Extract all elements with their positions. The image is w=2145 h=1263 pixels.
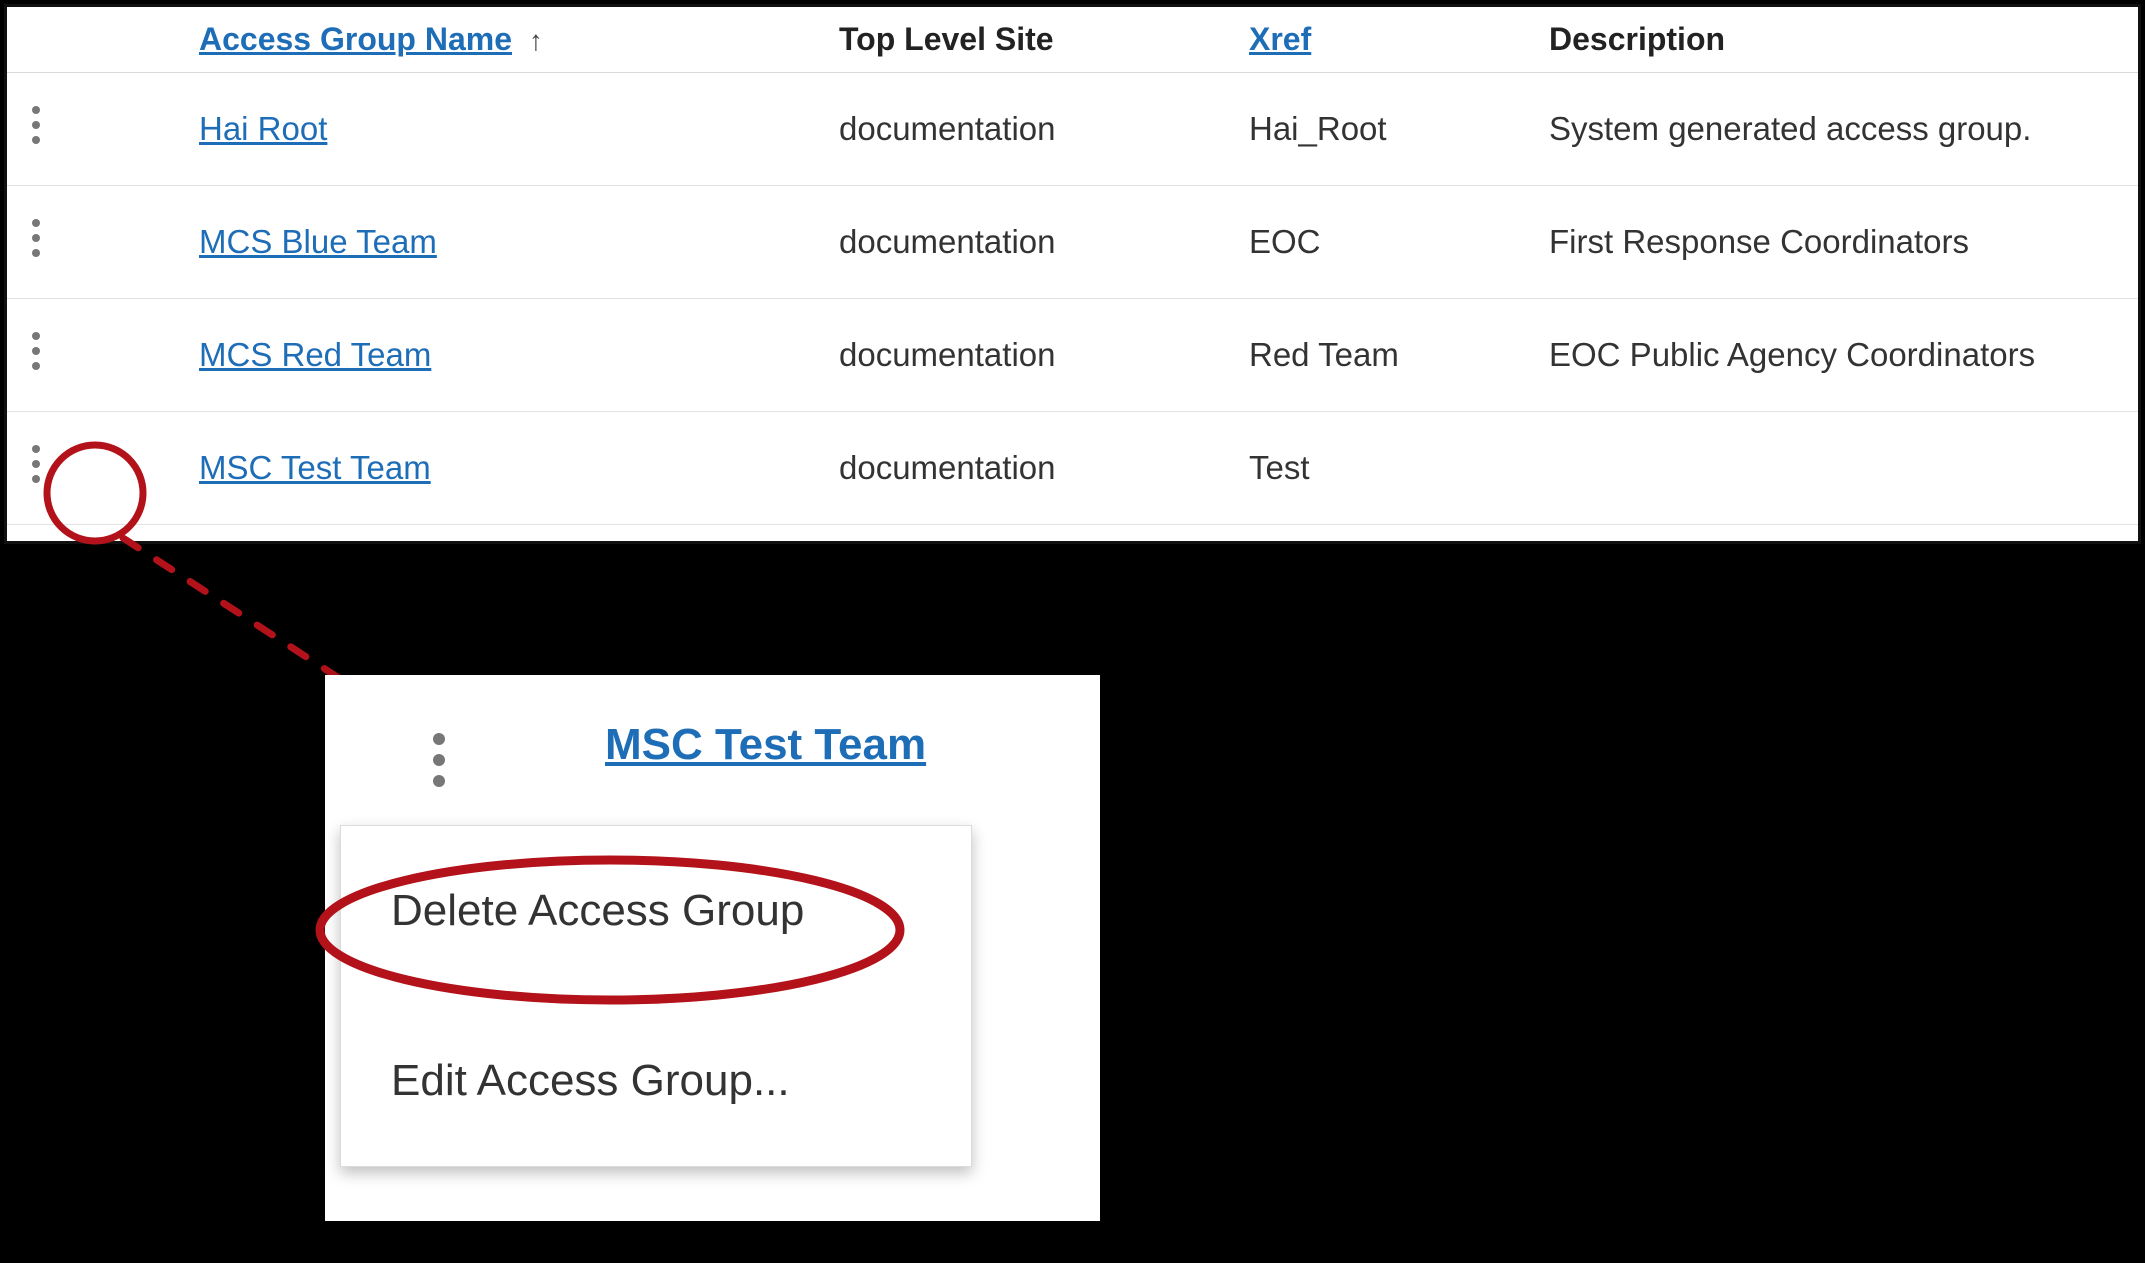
- popup-row-actions-button[interactable]: [420, 720, 458, 800]
- menu-item-edit-label: Edit Access Group...: [391, 1056, 790, 1106]
- popup-access-group-link[interactable]: MSC Test Team: [605, 720, 926, 770]
- access-group-link[interactable]: Hai Root: [199, 110, 327, 147]
- more-vertical-icon: [31, 105, 41, 145]
- access-groups-table: Access Group Name ↑ Top Level Site Xref …: [7, 7, 2138, 525]
- row-actions-button[interactable]: [19, 206, 53, 270]
- more-vertical-icon: [31, 218, 41, 258]
- cell-xref: Test: [1237, 412, 1537, 525]
- cell-xref: Red Team: [1237, 299, 1537, 412]
- menu-item-delete-label: Delete Access Group: [391, 886, 804, 936]
- cell-description: EOC Public Agency Coordinators: [1537, 299, 2138, 412]
- column-header-xref[interactable]: Xref: [1237, 7, 1537, 73]
- more-vertical-icon: [432, 732, 446, 788]
- access-group-link[interactable]: MSC Test Team: [199, 449, 431, 486]
- column-header-name[interactable]: Access Group Name ↑: [187, 7, 827, 73]
- access-groups-table-panel: Access Group Name ↑ Top Level Site Xref …: [4, 4, 2141, 544]
- table-row: MSC Test Team documentation Test: [7, 412, 2138, 525]
- column-header-description[interactable]: Description: [1537, 7, 2138, 73]
- table-row: MCS Blue Team documentation EOC First Re…: [7, 186, 2138, 299]
- row-actions-button[interactable]: [19, 93, 53, 157]
- row-actions-button[interactable]: [19, 319, 53, 383]
- popup-header: MSC Test Team: [325, 675, 1100, 815]
- more-vertical-icon: [31, 331, 41, 371]
- sort-asc-icon: ↑: [529, 25, 543, 56]
- cell-description: System generated access group.: [1537, 73, 2138, 186]
- column-header-description-label: Description: [1549, 21, 1725, 57]
- column-header-xref-label[interactable]: Xref: [1249, 21, 1311, 57]
- cell-description: [1537, 412, 2138, 525]
- cell-site: documentation: [827, 412, 1237, 525]
- access-group-link[interactable]: MCS Red Team: [199, 336, 431, 373]
- menu-item-edit-access-group[interactable]: Edit Access Group...: [341, 996, 971, 1166]
- cell-site: documentation: [827, 186, 1237, 299]
- cell-xref: EOC: [1237, 186, 1537, 299]
- cell-description: First Response Coordinators: [1537, 186, 2138, 299]
- column-header-site[interactable]: Top Level Site: [827, 7, 1237, 73]
- table-row: MCS Red Team documentation Red Team EOC …: [7, 299, 2138, 412]
- row-actions-menu: Delete Access Group Edit Access Group...: [340, 825, 972, 1167]
- access-group-link[interactable]: MCS Blue Team: [199, 223, 437, 260]
- cell-xref: Hai_Root: [1237, 73, 1537, 186]
- table-header-row: Access Group Name ↑ Top Level Site Xref …: [7, 7, 2138, 73]
- table-row: Hai Root documentation Hai_Root System g…: [7, 73, 2138, 186]
- cell-site: documentation: [827, 299, 1237, 412]
- column-header-name-label[interactable]: Access Group Name: [199, 21, 512, 57]
- column-header-site-label: Top Level Site: [839, 21, 1054, 57]
- cell-site: documentation: [827, 73, 1237, 186]
- more-vertical-icon: [31, 444, 41, 484]
- menu-item-delete-access-group[interactable]: Delete Access Group: [341, 826, 971, 996]
- row-actions-button[interactable]: [19, 432, 53, 496]
- row-actions-popup-panel: MSC Test Team Delete Access Group Edit A…: [325, 675, 1100, 1221]
